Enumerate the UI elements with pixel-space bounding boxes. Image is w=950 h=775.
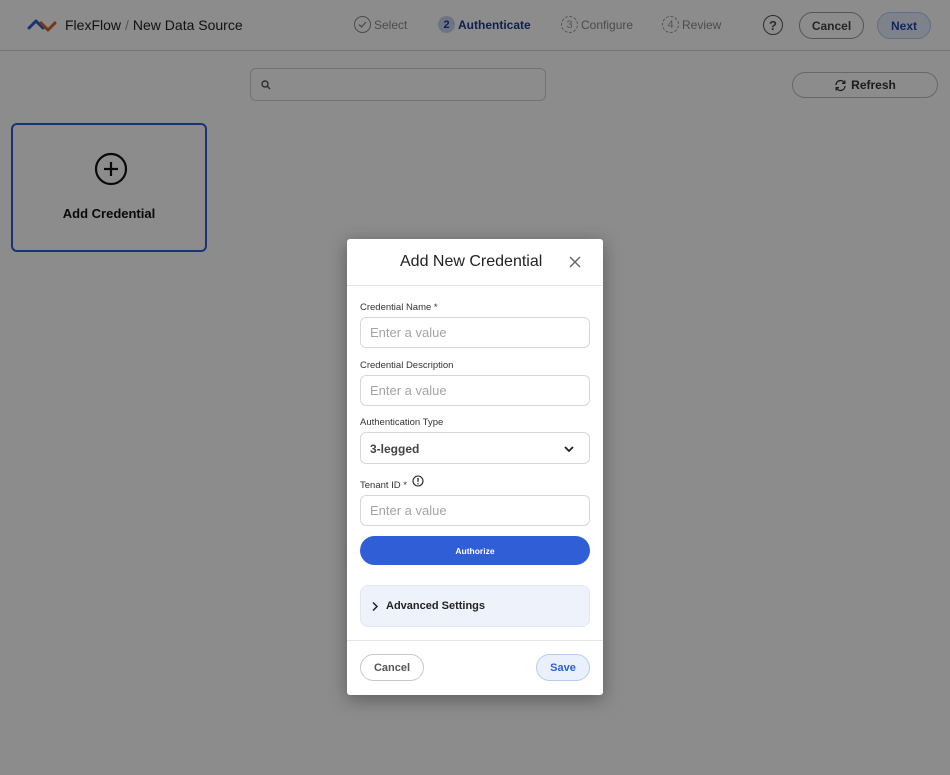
credential-name-label: Credential Name *	[360, 302, 438, 313]
tenant-id-label: Tenant ID *	[360, 480, 407, 491]
advanced-settings-toggle[interactable]: Advanced Settings	[360, 585, 590, 627]
dialog-title: Add New Credential	[400, 253, 543, 270]
authorize-button[interactable]: Authorize	[360, 536, 590, 565]
add-credential-dialog: Add New Credential Credential Name * Cre…	[347, 239, 603, 695]
dialog-header: Add New Credential	[347, 239, 603, 286]
credential-name-input[interactable]	[360, 317, 590, 348]
credential-description-input[interactable]	[360, 375, 590, 406]
chevron-right-icon	[372, 601, 379, 612]
tenant-id-input[interactable]	[360, 495, 590, 526]
info-icon[interactable]	[412, 475, 424, 487]
chevron-down-icon	[564, 446, 574, 453]
dialog-footer-divider	[347, 640, 603, 641]
credential-description-label: Credential Description	[360, 360, 454, 371]
authentication-type-label: Authentication Type	[360, 417, 444, 428]
close-icon[interactable]	[568, 255, 582, 269]
authentication-type-value: 3-legged	[370, 442, 420, 456]
dialog-cancel-button[interactable]: Cancel	[360, 654, 424, 681]
advanced-settings-label: Advanced Settings	[386, 600, 486, 612]
dialog-save-button[interactable]: Save	[536, 654, 590, 681]
authentication-type-select[interactable]: 3-legged	[360, 432, 590, 464]
